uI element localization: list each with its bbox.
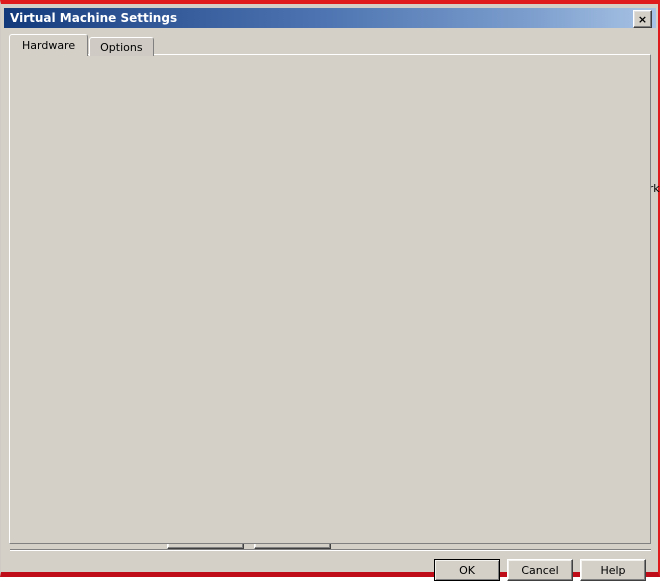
close-glyph: × <box>638 14 647 25</box>
client-area: Hardware Options Device Summary <box>4 29 656 571</box>
tab-options[interactable]: Options <box>89 37 153 56</box>
close-icon[interactable]: × <box>633 10 652 28</box>
tab-hardware[interactable]: Hardware <box>9 34 88 56</box>
dialog-buttons: OK Cancel Help <box>434 559 646 581</box>
ok-button-label: OK <box>459 564 475 577</box>
title-bar[interactable]: Virtual Machine Settings × <box>4 8 656 28</box>
help-button[interactable]: Help <box>580 559 646 581</box>
hardware-tab-page <box>9 54 651 544</box>
help-button-label: Help <box>600 564 625 577</box>
cancel-button[interactable]: Cancel <box>507 559 573 581</box>
tab-strip: Hardware Options <box>11 34 154 56</box>
virtual-machine-settings-window: Virtual Machine Settings × Hardware Opti… <box>0 0 660 577</box>
ok-button[interactable]: OK <box>434 559 500 581</box>
tab-options-label: Options <box>100 41 142 54</box>
window-title: Virtual Machine Settings <box>10 11 177 25</box>
cancel-button-label: Cancel <box>521 564 558 577</box>
bottom-divider <box>10 549 651 551</box>
tab-hardware-label: Hardware <box>22 39 75 52</box>
